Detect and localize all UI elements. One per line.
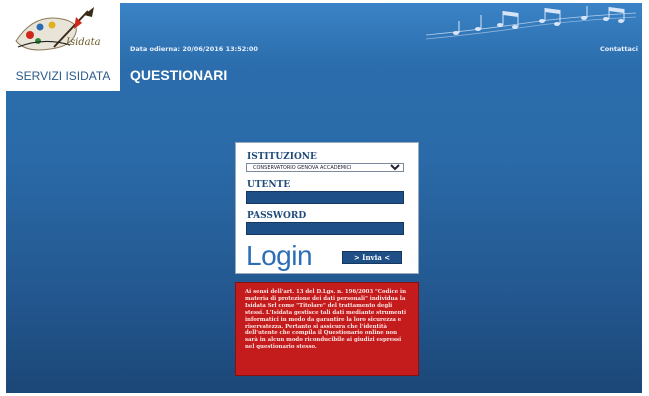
user-input[interactable] (246, 191, 404, 204)
password-input[interactable] (246, 222, 404, 235)
login-panel: ISTITUZIONE CONSERVATORIO GENOVA ACCADEM… (235, 142, 419, 274)
logo-text: Isidata (66, 37, 101, 48)
privacy-notice: Ai sensi dell'art. 13 del D.Lgs. n. 196/… (235, 282, 419, 376)
institution-label: ISTITUZIONE (247, 152, 317, 162)
login-heading: Login (246, 240, 313, 271)
current-date: Data odierna: 20/06/2016 13:52:00 (130, 45, 258, 53)
contact-link[interactable]: Contattaci (600, 45, 638, 53)
user-label: UTENTE (247, 180, 291, 190)
institution-select[interactable]: CONSERVATORIO GENOVA ACCADEMICI (246, 163, 404, 172)
password-label: PASSWORD (247, 211, 307, 221)
music-notes-icon (426, 6, 636, 40)
page-background: Isidata Data odierna: 20/06/2016 13:52:0… (6, 3, 642, 393)
header-bar: Isidata Data odierna: 20/06/2016 13:52:0… (6, 3, 642, 61)
services-label[interactable]: SERVIZI ISIDATA (6, 61, 120, 91)
logo-box[interactable]: Isidata (6, 3, 120, 61)
submit-button[interactable]: > Invia < (342, 251, 402, 264)
page-title: QUESTIONARI (130, 67, 228, 83)
